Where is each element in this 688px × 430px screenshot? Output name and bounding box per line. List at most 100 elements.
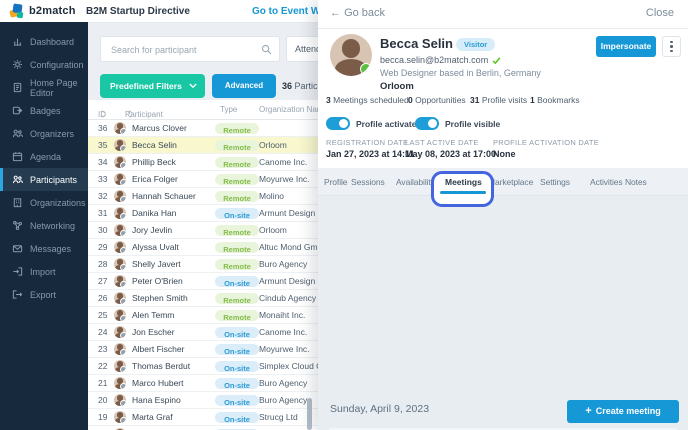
sidebar-item-home-page-editor[interactable]: Home Page Editor [0,76,88,99]
envelope-icon [12,243,23,254]
b2match-logo[interactable]: b2match [10,4,76,18]
panel-header: ← Go back Close [318,0,688,29]
profile-activated-toggle[interactable] [326,117,350,130]
participant-avatar [114,360,126,372]
sidebar-item-organizers[interactable]: Organizers [0,122,88,145]
tab-notes[interactable]: Notes [625,177,647,187]
badge-icon [12,105,23,116]
type-badge: On-site [215,412,259,423]
sidebar-item-networking[interactable]: Networking [0,214,88,237]
sidebar-item-configuration[interactable]: Configuration [0,53,88,76]
go-back-button[interactable]: ← Go back [330,7,385,19]
online-indicator [360,63,372,75]
sidebar-item-messages[interactable]: Messages [0,237,88,260]
stat-bookmarks: 1 Bookmarks [530,95,580,105]
profile-avatar [330,34,372,76]
sidebar-item-participants[interactable]: Participants [0,168,88,191]
tab-sessions[interactable]: Sessions [351,177,385,187]
type-badge: Remote [215,140,259,151]
tab-settings[interactable]: Settings [540,177,570,187]
participant-avatar [114,411,126,423]
sort-icon [127,110,133,118]
type-badge: On-site [215,327,259,338]
predefined-filters-button[interactable]: Predefined Filters [100,74,205,98]
profile-visible-toggle[interactable] [415,117,439,130]
advanced-search-button[interactable]: Advanced Search [212,74,276,98]
last-active-date-value: May 08, 2023 at 17:00 [405,149,496,159]
create-meeting-button[interactable]: +Create meeting [567,400,679,423]
tab-meetings[interactable]: Meetings [445,177,482,187]
plus-icon: + [585,405,591,417]
participant-avatar [114,258,126,270]
participant-avatar [114,394,126,406]
meetings-list: Sunday, April 9, 2023 +Create meeting Be… [318,196,688,430]
type-badge: On-site [215,361,259,372]
tab-marketplace[interactable]: Marketplace [488,177,533,187]
page-icon [12,82,23,93]
meeting-date-header: Sunday, April 9, 2023 [330,403,429,415]
impersonate-button[interactable]: Impersonate [596,36,656,57]
type-badge: On-site [215,344,259,355]
type-badge: On-site [215,208,259,219]
profile-email: becca.selin@b2match.com [380,55,501,65]
type-badge: Remote [215,191,259,202]
dashboard-icon [12,36,23,47]
close-button[interactable]: Close [646,7,674,19]
stat-opportunities: 0 Opportunities [408,95,466,105]
participant-avatar [114,326,126,338]
participant-avatar [114,190,126,202]
sidebar-item-import[interactable]: Import [0,260,88,283]
type-badge: Remote [215,293,259,304]
profile-activated-label: Profile activated [356,119,422,129]
profile-organization: Orloom [380,81,414,92]
last-active-date-label: LAST ACTIVE DATE [405,138,479,147]
participant-avatar [114,139,126,151]
participant-avatar [114,224,126,236]
participant-avatar [114,292,126,304]
profile-activation-date-value: None [493,149,516,159]
participant-avatar [114,241,126,253]
type-badge: On-site [215,378,259,389]
participant-avatar [114,275,126,287]
app-window: b2match B2M Startup Directive Go to Even… [0,0,688,430]
search-input[interactable] [109,38,261,62]
tab-availability[interactable]: Availability [396,177,435,187]
profile-visible-label: Profile visible [445,119,500,129]
type-badge: Remote [215,259,259,270]
chevron-down-icon [189,83,197,89]
tab-activities[interactable]: Activities [590,177,623,187]
building-icon [12,197,23,208]
import-icon [12,266,23,277]
sidebar-item-badges[interactable]: Badges [0,99,88,122]
sidebar-item-export[interactable]: Export [0,283,88,306]
table-scrollbar[interactable] [307,398,312,430]
b2match-logo-icon [10,4,24,18]
calendar-icon [12,151,23,162]
registration-date-value: Jan 27, 2023 at 14:11 [326,149,415,159]
registration-date-label: REGISTRATION DATE [326,138,408,147]
type-badge: Remote [215,242,259,253]
type-badge: On-site [215,395,259,406]
type-badge: On-site [215,276,259,287]
sidebar-item-organizations[interactable]: Organizations [0,191,88,214]
export-icon [12,289,23,300]
event-name: B2M Startup Directive [86,6,190,17]
kebab-icon [663,37,680,56]
participant-avatar [114,173,126,185]
participants-icon [12,174,23,185]
tab-profile[interactable]: Profile [324,177,347,187]
profile-more-button[interactable] [662,36,681,57]
type-badge: Remote [215,123,259,134]
sidebar-item-dashboard[interactable]: Dashboard [0,30,88,53]
sidebar: Dashboard Configuration Home Page Editor… [0,22,88,430]
search-box [100,36,280,62]
participant-detail-panel: ← Go back Close Becca Selin Visitor becc… [318,0,688,430]
profile-tagline: Web Designer based in Berlin, Germany [380,68,541,78]
active-tab-underline [440,191,486,194]
visitor-badge: Visitor [456,38,495,51]
sidebar-item-agenda[interactable]: Agenda [0,145,88,168]
people-icon [12,128,23,139]
participant-avatar [114,207,126,219]
participant-avatar [114,343,126,355]
verified-check-icon [492,56,501,65]
